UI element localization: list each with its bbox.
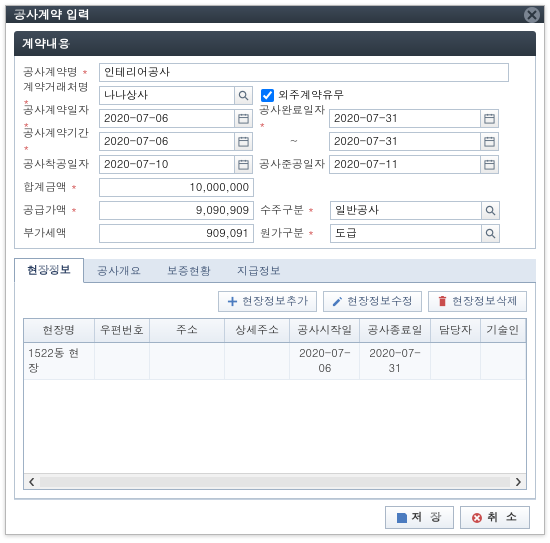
footer: 저 장 취 소 — [14, 499, 536, 535]
title-bar: 공사계약 입력 — [6, 6, 544, 23]
col-addr[interactable]: 주소 — [149, 319, 224, 343]
grid-body[interactable]: 1522동 현장 2020-07-06 2020-07-31 — [24, 343, 526, 473]
start-work-input[interactable] — [99, 155, 235, 174]
title-text: 공사계약 입력 — [14, 6, 90, 23]
end-date-input[interactable] — [329, 109, 481, 128]
edit-site-button[interactable]: 현장정보수정 — [323, 291, 422, 312]
cell-end: 2020-07-31 — [360, 343, 430, 380]
contract-date-cal-icon[interactable] — [234, 109, 253, 128]
modal-dialog: 공사계약 입력 계약내용 공사계약명 * 계약거래처명 * 외주계약유무 — [5, 5, 545, 535]
supply-amount-input[interactable] — [99, 201, 254, 220]
vat-input[interactable] — [99, 224, 254, 243]
tab-payment[interactable]: 지급정보 — [224, 259, 294, 283]
table-row[interactable]: 1522동 현장 2020-07-06 2020-07-31 — [24, 343, 526, 380]
scroll-track[interactable] — [40, 477, 510, 487]
close-icon[interactable] — [524, 7, 540, 23]
tab-body: 현장정보추가 현장정보수정 현장정보삭제 현장명 — [14, 283, 536, 499]
cell-tech — [480, 343, 525, 380]
scroll-left-icon[interactable] — [26, 476, 38, 488]
tab-guarantee[interactable]: 보증현황 — [154, 259, 224, 283]
label-order-type: 수주구분 * — [260, 203, 330, 218]
tab-site-info[interactable]: 현장정보 — [14, 258, 84, 283]
cell-detail — [225, 343, 290, 380]
col-end[interactable]: 공사종료일 — [360, 319, 430, 343]
col-start[interactable]: 공사시작일 — [290, 319, 360, 343]
label-supply-amount: 공급가액 * — [21, 203, 99, 218]
period-to-input[interactable] — [329, 132, 481, 151]
partner-input[interactable] — [99, 86, 235, 105]
col-site[interactable]: 현장명 — [24, 319, 94, 343]
order-type-lookup-icon[interactable] — [481, 201, 500, 220]
period-to-cal-icon[interactable] — [480, 132, 499, 151]
form-area: 공사계약명 * 계약거래처명 * 외주계약유무 공사계약일자 * — [14, 56, 536, 249]
outsource-checkbox-wrap[interactable]: 외주계약유무 — [261, 88, 344, 103]
partner-lookup-icon[interactable] — [234, 86, 253, 105]
finish-work-input[interactable] — [329, 155, 481, 174]
grid-header: 현장명 우편번호 주소 상세주소 공사시작일 공사종료일 담당자 기술인 — [24, 319, 526, 343]
total-amount-input[interactable] — [99, 178, 254, 197]
outsource-checkbox[interactable] — [261, 89, 274, 102]
content-area: 계약내용 공사계약명 * 계약거래처명 * 외주계약유무 공사계약일자 * — [6, 23, 544, 543]
cost-type-lookup-icon[interactable] — [481, 224, 500, 243]
h-scrollbar[interactable] — [24, 473, 526, 489]
save-button[interactable]: 저 장 — [385, 506, 455, 529]
tilde-label: ~ — [259, 134, 329, 149]
cell-site: 1522동 현장 — [24, 343, 94, 380]
label-finish-work: 공사준공일자 — [259, 157, 329, 172]
label-start-work: 공사착공일자 — [21, 157, 99, 172]
contract-name-input[interactable] — [99, 63, 509, 82]
contract-date-input[interactable] — [99, 109, 235, 128]
start-work-cal-icon[interactable] — [234, 155, 253, 174]
label-cost-type: 원가구분 * — [260, 226, 330, 241]
cell-addr — [149, 343, 224, 380]
site-grid: 현장명 우편번호 주소 상세주소 공사시작일 공사종료일 담당자 기술인 — [23, 318, 527, 490]
col-detail[interactable]: 상세주소 — [225, 319, 290, 343]
order-type-input[interactable] — [330, 201, 482, 220]
section-header: 계약내용 — [14, 31, 536, 56]
col-manager[interactable]: 담당자 — [430, 319, 480, 343]
grid-toolbar: 현장정보추가 현장정보수정 현장정보삭제 — [23, 291, 527, 312]
col-zip[interactable]: 우편번호 — [94, 319, 149, 343]
period-from-input[interactable] — [99, 132, 235, 151]
cost-type-input[interactable] — [330, 224, 482, 243]
label-end-date: 공사완료일자 * — [259, 103, 329, 133]
add-site-button[interactable]: 현장정보추가 — [218, 291, 317, 312]
finish-work-cal-icon[interactable] — [480, 155, 499, 174]
scroll-right-icon[interactable] — [512, 476, 524, 488]
label-total-amount: 합계금액 * — [21, 180, 99, 195]
label-vat: 부가세액 — [21, 226, 99, 241]
outsource-label: 외주계약유무 — [278, 88, 344, 103]
end-date-cal-icon[interactable] — [480, 109, 499, 128]
label-contract-name: 공사계약명 * — [21, 65, 99, 80]
cancel-button[interactable]: 취 소 — [460, 506, 530, 529]
tab-bar: 현장정보 공사개요 보증현황 지급정보 — [14, 259, 536, 283]
period-from-cal-icon[interactable] — [234, 132, 253, 151]
label-period: 공사계약기간 * — [21, 126, 99, 156]
cell-start: 2020-07-06 — [290, 343, 360, 380]
cell-manager — [430, 343, 480, 380]
cell-zip — [94, 343, 149, 380]
delete-site-button[interactable]: 현장정보삭제 — [428, 291, 527, 312]
tab-overview[interactable]: 공사개요 — [84, 259, 154, 283]
col-tech[interactable]: 기술인 — [480, 319, 525, 343]
